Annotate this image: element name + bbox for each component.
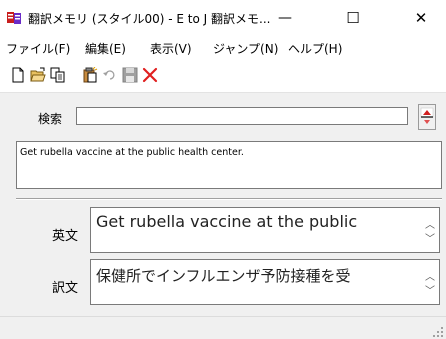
open-folder-icon[interactable] bbox=[30, 67, 46, 83]
save-icon[interactable] bbox=[122, 67, 138, 83]
search-label: 検索 bbox=[38, 112, 63, 126]
copy-icon[interactable] bbox=[50, 67, 66, 83]
translation-label: 訳文 bbox=[52, 281, 79, 296]
english-text-value: Get rubella vaccine at the public bbox=[96, 212, 358, 231]
minimize-icon: — bbox=[278, 10, 292, 26]
english-label: 英文 bbox=[52, 229, 79, 244]
menu-file[interactable]: ファイル(F) bbox=[6, 40, 70, 57]
translation-memory-window: 翻訳メモリ (スタイル00) - E to J 翻訳メモ... — ☐ ✕ ファ… bbox=[0, 0, 446, 339]
new-document-icon[interactable] bbox=[10, 67, 26, 83]
toolbar bbox=[0, 58, 446, 93]
menu-edit[interactable]: 編集(E) bbox=[85, 40, 126, 57]
spin-arrows-icon bbox=[420, 107, 434, 124]
app-icon bbox=[7, 12, 21, 24]
status-bar bbox=[0, 316, 446, 339]
search-input[interactable] bbox=[76, 107, 408, 125]
window-title: 翻訳メモリ (スタイル00) - E to J 翻訳メモ... bbox=[28, 12, 271, 26]
search-navigation-spinner[interactable] bbox=[418, 104, 436, 130]
close-button[interactable]: ✕ bbox=[398, 0, 444, 36]
undo-icon[interactable] bbox=[102, 67, 118, 83]
section-divider bbox=[16, 198, 442, 200]
search-result-list[interactable]: Get rubella vaccine at the public health… bbox=[16, 141, 442, 189]
minimize-button[interactable]: — bbox=[262, 0, 308, 36]
maximize-button[interactable]: ☐ bbox=[330, 0, 376, 36]
close-icon: ✕ bbox=[414, 9, 428, 27]
scroll-down-icon[interactable]: ﹀ bbox=[424, 234, 436, 246]
scroll-up-icon[interactable]: ︿ bbox=[424, 220, 436, 232]
scroll-up-icon[interactable]: ︿ bbox=[424, 272, 436, 284]
menu-view[interactable]: 表示(V) bbox=[150, 40, 192, 57]
scroll-down-icon[interactable]: ﹀ bbox=[424, 286, 436, 298]
search-result-item[interactable]: Get rubella vaccine at the public health… bbox=[20, 147, 244, 158]
paste-icon[interactable] bbox=[82, 67, 98, 83]
menu-jump[interactable]: ジャンプ(N) bbox=[213, 40, 278, 57]
delete-icon[interactable] bbox=[142, 67, 158, 83]
title-bar: 翻訳メモリ (スタイル00) - E to J 翻訳メモ... — ☐ ✕ bbox=[0, 0, 446, 36]
english-text-field[interactable]: Get rubella vaccine at the public ︿ ﹀ bbox=[90, 207, 440, 253]
maximize-icon: ☐ bbox=[346, 9, 360, 27]
translation-text-field[interactable]: 保健所でインフルエンザ予防接種を受 ︿ ﹀ bbox=[90, 259, 440, 305]
menu-bar: ファイル(F) 編集(E) 表示(V) ジャンプ(N) ヘルプ(H) bbox=[0, 36, 446, 58]
resize-grip-icon[interactable] bbox=[432, 326, 444, 338]
menu-help[interactable]: ヘルプ(H) bbox=[288, 40, 342, 57]
translation-text-value: 保健所でインフルエンザ予防接種を受 bbox=[96, 267, 351, 285]
